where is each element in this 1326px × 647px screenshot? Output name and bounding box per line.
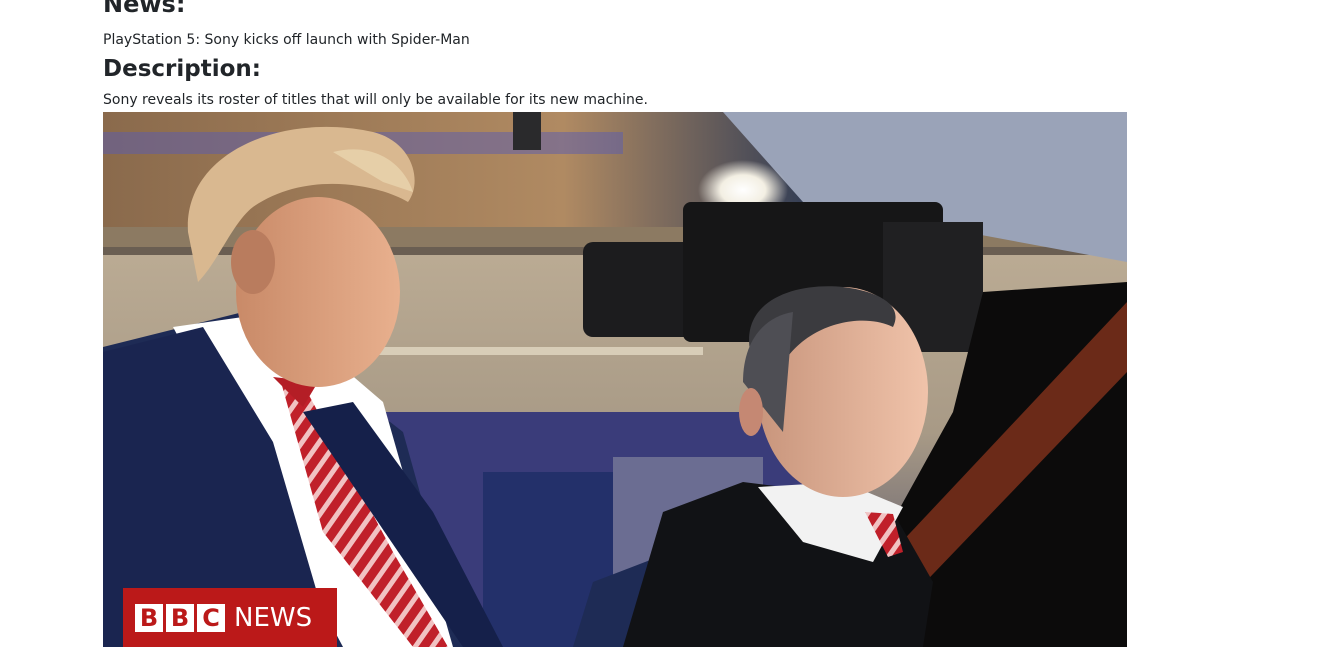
bbc-news-logo: B B C NEWS	[123, 588, 337, 647]
description-heading: Description:	[103, 56, 261, 82]
logo-letter-b2: B	[166, 603, 194, 632]
logo-word-news: NEWS	[234, 602, 313, 633]
description-text: Sony reveals its roster of titles that w…	[103, 92, 648, 108]
press-room-photo	[103, 112, 1127, 647]
news-page: News: PlayStation 5: Sony kicks off laun…	[0, 0, 1326, 647]
logo-letter-b1: B	[135, 603, 163, 632]
article-image: B B C NEWS	[103, 112, 1127, 647]
logo-letter-c: C	[197, 603, 225, 632]
news-heading: News:	[103, 0, 186, 18]
news-title: PlayStation 5: Sony kicks off launch wit…	[103, 32, 470, 48]
